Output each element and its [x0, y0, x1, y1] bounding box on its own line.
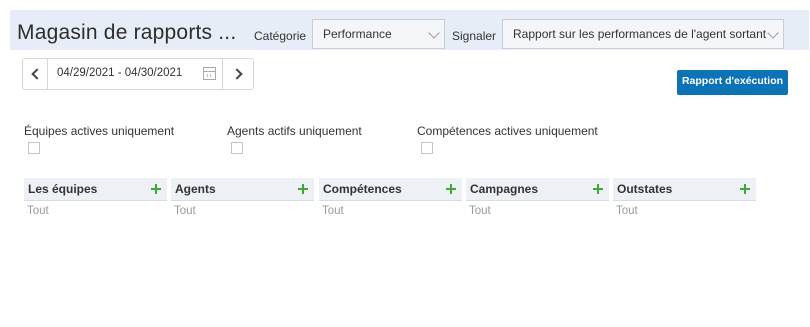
- agents-column-header: Agents: [171, 178, 314, 201]
- skills-column-value: Tout: [322, 205, 344, 217]
- agents-column: Agents Tout: [171, 178, 314, 217]
- campaigns-column: Campagnes Tout: [466, 178, 609, 217]
- category-label: Catégorie: [254, 29, 307, 43]
- date-range-input[interactable]: 04/29/2021 - 04/30/2021: [57, 67, 182, 79]
- skills-column-header: Compétences: [319, 178, 462, 201]
- active-skills-label: Compétences actives uniquement: [417, 124, 598, 138]
- outstates-column-header: Outstates: [613, 178, 756, 201]
- teams-column: Les équipes Tout: [24, 178, 167, 217]
- report-parameters-panel: 04/29/2021 - 04/30/2021 Rapport d'exécut…: [10, 50, 809, 289]
- previous-date-button[interactable]: [23, 59, 48, 89]
- campaigns-column-header: Campagnes: [466, 178, 609, 201]
- calendar-icon[interactable]: [203, 67, 216, 80]
- next-date-button[interactable]: [222, 59, 253, 89]
- agents-column-title: Agents: [175, 182, 216, 196]
- add-campaign-plus-icon[interactable]: [593, 184, 603, 194]
- campaigns-column-title: Campagnes: [470, 182, 539, 196]
- agents-column-value: Tout: [174, 205, 196, 217]
- active-agents-label: Agents actifs uniquement: [227, 124, 362, 138]
- chevron-left-icon: [31, 68, 43, 80]
- chevron-down-icon: [428, 27, 440, 39]
- category-select[interactable]: Performance: [312, 19, 445, 49]
- add-team-plus-icon[interactable]: [151, 184, 161, 194]
- skills-column-title: Compétences: [323, 182, 402, 196]
- outstates-column-title: Outstates: [617, 182, 673, 196]
- skills-column: Compétences Tout: [319, 178, 462, 217]
- page-title: Magasin de rapports ...: [17, 21, 237, 44]
- report-select[interactable]: Rapport sur les performances de l'agent …: [502, 19, 784, 49]
- teams-column-header: Les équipes: [24, 178, 167, 201]
- add-skill-plus-icon[interactable]: [446, 184, 456, 194]
- chevron-down-icon: [767, 27, 779, 39]
- category-select-value: Performance: [323, 27, 392, 41]
- add-outstate-plus-icon[interactable]: [740, 184, 750, 194]
- teams-column-title: Les équipes: [28, 182, 98, 196]
- chevron-right-icon: [231, 68, 243, 80]
- active-teams-label: Équipes actives uniquement: [24, 124, 175, 138]
- outstates-column: Outstates Tout: [613, 178, 756, 217]
- campaigns-column-value: Tout: [469, 205, 491, 217]
- run-report-button[interactable]: Rapport d'exécution: [677, 70, 788, 95]
- date-range-picker: 04/29/2021 - 04/30/2021: [22, 58, 254, 90]
- add-agent-plus-icon[interactable]: [298, 184, 308, 194]
- teams-column-value: Tout: [27, 205, 49, 217]
- active-skills-checkbox[interactable]: [421, 142, 433, 154]
- outstates-column-value: Tout: [616, 205, 638, 217]
- active-teams-checkbox[interactable]: [28, 142, 40, 154]
- report-label: Signaler: [452, 29, 497, 43]
- active-agents-checkbox[interactable]: [231, 142, 243, 154]
- report-select-value: Rapport sur les performances de l'agent …: [513, 27, 767, 41]
